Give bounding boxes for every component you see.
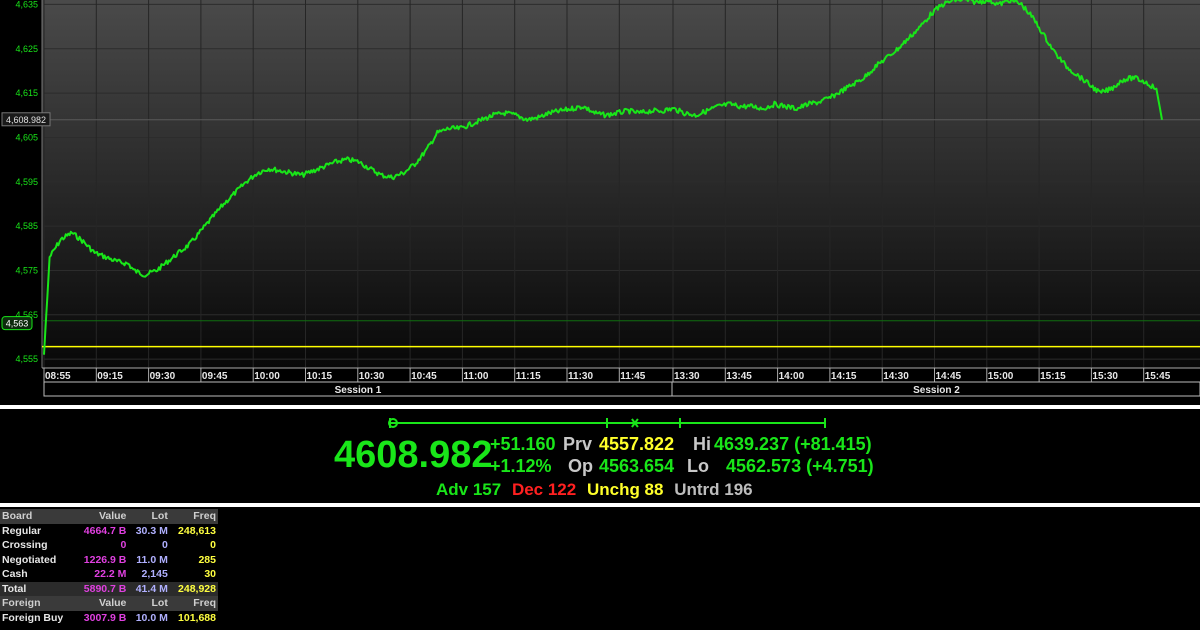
- cell-value: 22.2 M: [94, 568, 127, 580]
- x-tick-label: 14:45: [936, 371, 962, 382]
- table-row: Regular 4664.7 B 30.3 M 248,613: [0, 524, 218, 539]
- low-label: Lo: [687, 456, 709, 476]
- col-header: Lot: [128, 509, 170, 524]
- x-tick-label: 11:30: [568, 371, 593, 382]
- table-row: Negotiated 1226.9 B 11.0 M 285: [0, 553, 218, 568]
- cell-lot: 41.4 M: [128, 581, 170, 596]
- cell-value: 3007.9 B: [83, 611, 127, 624]
- high-label: Hi: [693, 434, 711, 454]
- x-tick-label: 14:30: [883, 371, 909, 382]
- low-value: 4562.573 (+4.751): [726, 456, 874, 476]
- x-tick-label: 10:45: [411, 371, 437, 382]
- last-value-label: 4,608.982: [6, 115, 46, 125]
- session-band: [43, 381, 1200, 397]
- x-axis: 08:55 09:15 09:30 09:45 10:00 10:15 10:30 10:45…: [42, 367, 1200, 397]
- x-tick-label: 15:45: [1145, 371, 1171, 382]
- col-header: Freq: [169, 596, 218, 611]
- open-value: 4563.654: [599, 456, 675, 476]
- cell-board: Regular: [2, 524, 42, 537]
- col-header: Board: [0, 509, 75, 524]
- x-tick-label: 15:30: [1092, 371, 1118, 382]
- y-axis: 4,5554,5654,5754,5854,5954,6054,6154,625…: [15, 0, 43, 368]
- index-last-value: 4608.982: [334, 434, 493, 476]
- unchanged: Unchg 88: [586, 480, 664, 499]
- col-header: Freq: [169, 509, 218, 524]
- col-header: Lot: [128, 596, 170, 611]
- y-tick-label: 4,575: [15, 265, 38, 275]
- y-tick-label: 4,615: [15, 88, 38, 98]
- table-row: Foreign Buy 3007.9 B 10.0 M 101,688: [0, 611, 218, 626]
- session-label: Session 1: [335, 385, 382, 396]
- x-tick-label: 09:15: [97, 371, 123, 382]
- decliners: Dec 122: [511, 480, 577, 499]
- cell-board: Negotiated: [2, 553, 57, 566]
- advancers: Adv 157: [436, 480, 502, 499]
- cell-value: 1226.9 B: [83, 553, 127, 566]
- open-marker-label: 4,563: [6, 319, 29, 329]
- index-intraday-chart: 4,555 4,565 4,575 4,585 4,595 4,605 4,615 4,625…: [0, 0, 1200, 405]
- x-tick-label: 09:45: [202, 371, 228, 382]
- x-tick-label: 15:00: [988, 371, 1014, 382]
- open-label: Op: [568, 456, 593, 476]
- x-tick-label: 14:15: [831, 371, 857, 382]
- cell-board: Total: [0, 581, 75, 596]
- cell-value: 4664.7 B: [83, 524, 127, 537]
- change-value: +51.160: [490, 434, 556, 454]
- board-header-row: Board Value Lot Freq: [0, 509, 218, 524]
- table-row: Cash 22.2 M 2,145 30: [0, 567, 218, 582]
- prev-value: 4557.822: [599, 434, 675, 454]
- cell-board: Foreign Buy: [2, 611, 64, 624]
- table-row: Crossing 0 0 0: [0, 538, 218, 553]
- cell-freq: 30: [204, 568, 216, 580]
- cell-lot: 10.0 M: [135, 611, 168, 624]
- cell-freq: 248,928: [169, 581, 218, 596]
- untraded: Untrd 196: [674, 480, 753, 499]
- high-value: 4639.237 (+81.415): [714, 434, 872, 454]
- foreign-header-row: Foreign Value Lot Freq: [0, 596, 218, 611]
- cell-lot: 11.0 M: [136, 553, 168, 566]
- x-tick-label: 11:45: [620, 371, 645, 382]
- y-tick-label: 4,595: [15, 177, 38, 187]
- cell-lot: 0: [161, 539, 168, 551]
- x-tick-label: 08:55: [45, 371, 71, 382]
- cell-freq: 285: [198, 553, 216, 566]
- y-tick-label: 4,625: [15, 44, 38, 54]
- cell-board: Cash: [2, 568, 28, 580]
- cell-freq: 101,688: [178, 611, 216, 624]
- change-percent: +1.12%: [490, 456, 552, 476]
- col-header: Value: [74, 596, 129, 611]
- chart-svg: 4,5554,5654,5754,5854,5954,6054,6154,625…: [1, 0, 1200, 397]
- cell-board: Crossing: [2, 539, 48, 551]
- y-tick-label: 4,555: [15, 354, 38, 364]
- market-breadth: Adv 157 Dec 122 Unchg 88 Untrd 196: [436, 480, 759, 500]
- y-tick-label: 4,585: [15, 221, 38, 231]
- x-tick-label: 14:00: [779, 371, 805, 382]
- x-tick-label: 09:30: [150, 371, 176, 382]
- cell-lot: 30.3 M: [135, 524, 168, 537]
- table-row-total: Total 5890.7 B 41.4 M 248,928: [0, 581, 218, 596]
- cell-lot: 2,145: [141, 568, 168, 580]
- col-header: Value: [74, 509, 129, 524]
- x-tick-label: 10:15: [307, 371, 333, 382]
- prev-label: Prv: [563, 434, 593, 454]
- x-tick-label: 11:15: [516, 371, 541, 382]
- panel-divider-bottom: [0, 503, 1200, 507]
- x-tick-label: 13:30: [674, 371, 700, 382]
- x-tick-label: 10:00: [254, 371, 280, 382]
- x-tick-label: 11:00: [463, 371, 488, 382]
- x-tick-label: 13:45: [726, 371, 752, 382]
- col-header: Foreign: [0, 596, 75, 611]
- x-tick-label: 10:30: [359, 371, 385, 382]
- y-tick-label: 4,635: [15, 0, 38, 9]
- y-tick-label: 4,605: [15, 132, 38, 142]
- cell-value: 0: [120, 539, 127, 551]
- x-tick-label: 15:15: [1040, 371, 1066, 382]
- plot-area: [42, 0, 1200, 368]
- session-label: Session 2: [913, 385, 960, 396]
- cell-freq: 248,613: [178, 524, 216, 537]
- cell-freq: 0: [210, 539, 216, 551]
- panel-divider-top: [0, 405, 1200, 409]
- cell-value: 5890.7 B: [74, 581, 129, 596]
- board-summary-table: Board Value Lot Freq Regular 4664.7 B 30…: [0, 509, 218, 625]
